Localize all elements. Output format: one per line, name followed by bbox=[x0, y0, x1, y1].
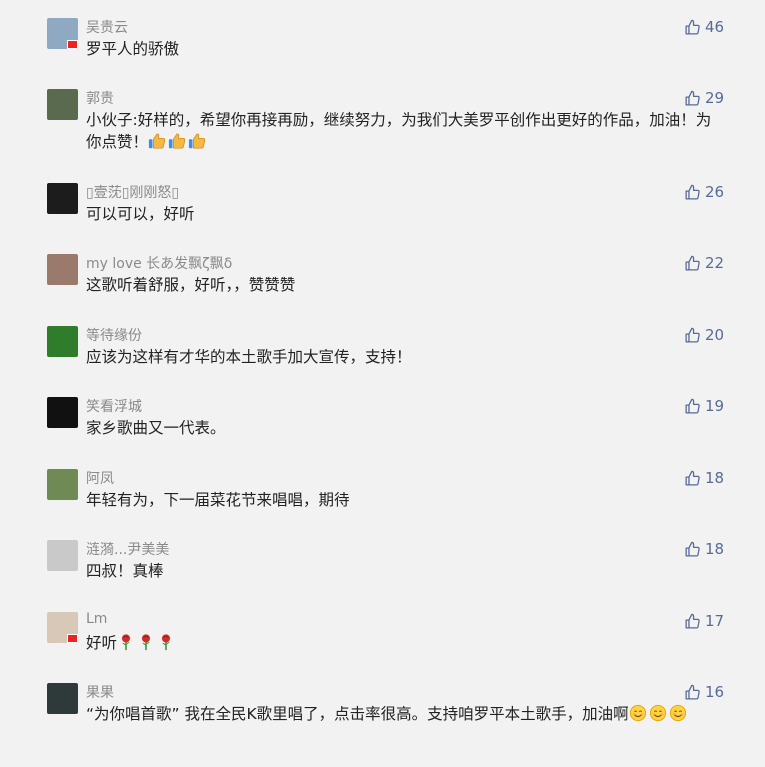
avatar[interactable] bbox=[47, 326, 78, 357]
like-button[interactable]: 17 bbox=[684, 612, 724, 630]
comment-nickname: 果果 bbox=[86, 685, 114, 701]
comment-nickname: my love 长あ发飘ζ飘δ bbox=[86, 256, 233, 272]
avatar[interactable] bbox=[47, 397, 78, 428]
avatar[interactable] bbox=[47, 612, 78, 643]
like-count: 22 bbox=[705, 254, 725, 272]
avatar[interactable] bbox=[47, 254, 78, 285]
avatar[interactable] bbox=[47, 18, 78, 49]
comment-text-content: 年轻有为，下一届菜花节来唱唱，期待 bbox=[86, 491, 350, 509]
thumbs-up-emoji-icon bbox=[188, 132, 206, 150]
thumbs-up-icon bbox=[684, 90, 705, 107]
comment-text: 可以可以，好听 bbox=[86, 203, 726, 225]
comment-text-content: 好听 bbox=[86, 634, 118, 652]
thumbs-up-icon bbox=[684, 398, 705, 415]
thumbs-up-icon bbox=[684, 184, 705, 201]
avatar[interactable] bbox=[47, 89, 78, 120]
like-button[interactable]: 18 bbox=[684, 540, 724, 558]
thumbs-up-icon bbox=[684, 255, 705, 272]
comment-text-content: 这歌听着舒服，好听，，赞赞赞 bbox=[86, 276, 296, 294]
comment-nickname: 等待缘份 bbox=[86, 328, 142, 344]
comment-text: 应该为这样有才华的本土歌手加大宣传，支持！ bbox=[86, 346, 726, 368]
comment-text: 小伙子:好样的，希望你再接再励，继续努力，为我们大美罗平创作出更好的作品，加油！… bbox=[86, 109, 726, 153]
comment-nickname: 阿凤 bbox=[86, 471, 114, 487]
like-count: 17 bbox=[705, 612, 725, 630]
comment-nickname: 吴贵云 bbox=[86, 20, 128, 36]
rose-emoji-icon bbox=[157, 633, 175, 651]
rose-emoji-icon bbox=[137, 633, 155, 651]
like-count: 16 bbox=[705, 683, 725, 701]
comment-text: “为你唱首歌” 我在全民K歌里唱了，点击率很高。支持咱罗平本土歌手，加油啊 bbox=[86, 703, 726, 725]
comment-text-content: “为你唱首歌” 我在全民K歌里唱了，点击率很高。支持咱罗平本土歌手，加油啊 bbox=[86, 705, 629, 723]
like-button[interactable]: 19 bbox=[684, 397, 724, 415]
avatar[interactable] bbox=[47, 683, 78, 714]
flag-icon bbox=[67, 40, 78, 49]
avatar[interactable] bbox=[47, 183, 78, 214]
like-button[interactable]: 26 bbox=[684, 183, 724, 201]
like-count: 18 bbox=[705, 469, 725, 487]
flag-icon bbox=[67, 634, 78, 643]
comment-nickname: ▯壹莐▯刚刚怒▯ bbox=[86, 185, 180, 201]
thumbs-up-icon bbox=[684, 541, 705, 558]
like-count: 46 bbox=[705, 18, 725, 36]
comment-nickname: 笑看浮城 bbox=[86, 399, 142, 415]
like-button[interactable]: 29 bbox=[684, 89, 724, 107]
comment-text: 年轻有为，下一届菜花节来唱唱，期待 bbox=[86, 489, 726, 511]
like-count: 26 bbox=[705, 183, 725, 201]
comment-text: 好听 bbox=[86, 632, 726, 654]
rose-emoji-icon bbox=[117, 633, 135, 651]
comment-nickname: 郭贵 bbox=[86, 91, 114, 107]
like-count: 19 bbox=[705, 397, 725, 415]
like-count: 20 bbox=[705, 326, 725, 344]
comment-text-content: 可以可以，好听 bbox=[86, 205, 195, 223]
smile-emoji-icon bbox=[649, 704, 667, 722]
like-button[interactable]: 22 bbox=[684, 254, 724, 272]
thumbs-up-icon bbox=[684, 327, 705, 344]
thumbs-up-icon bbox=[684, 684, 705, 701]
comment-text-content: 应该为这样有才华的本土歌手加大宣传，支持！ bbox=[86, 348, 412, 366]
like-button[interactable]: 16 bbox=[684, 683, 724, 701]
comment-text: 罗平人的骄傲 bbox=[86, 38, 726, 60]
comment-text-content: 四叔！真棒 bbox=[86, 562, 164, 580]
comment-text: 这歌听着舒服，好听，，赞赞赞 bbox=[86, 274, 726, 296]
like-button[interactable]: 20 bbox=[684, 326, 724, 344]
comment-text-content: 罗平人的骄傲 bbox=[86, 40, 180, 58]
comment-nickname: Lm bbox=[86, 611, 108, 627]
avatar[interactable] bbox=[47, 469, 78, 500]
thumbs-up-icon bbox=[684, 470, 705, 487]
thumbs-up-icon bbox=[684, 613, 705, 630]
comment-text: 家乡歌曲又一代表。 bbox=[86, 417, 726, 439]
like-count: 18 bbox=[705, 540, 725, 558]
thumbs-up-emoji-icon bbox=[148, 132, 166, 150]
avatar[interactable] bbox=[47, 540, 78, 571]
like-button[interactable]: 18 bbox=[684, 469, 724, 487]
thumbs-up-emoji-icon bbox=[168, 132, 186, 150]
like-count: 29 bbox=[705, 89, 725, 107]
smile-emoji-icon bbox=[629, 704, 647, 722]
like-button[interactable]: 46 bbox=[684, 18, 724, 36]
comment-text-content: 家乡歌曲又一代表。 bbox=[86, 419, 226, 437]
comment-nickname: 涟漪...尹美美 bbox=[86, 542, 170, 558]
thumbs-up-icon bbox=[684, 19, 705, 36]
comment-text: 四叔！真棒 bbox=[86, 560, 726, 582]
smile-emoji-icon bbox=[669, 704, 687, 722]
